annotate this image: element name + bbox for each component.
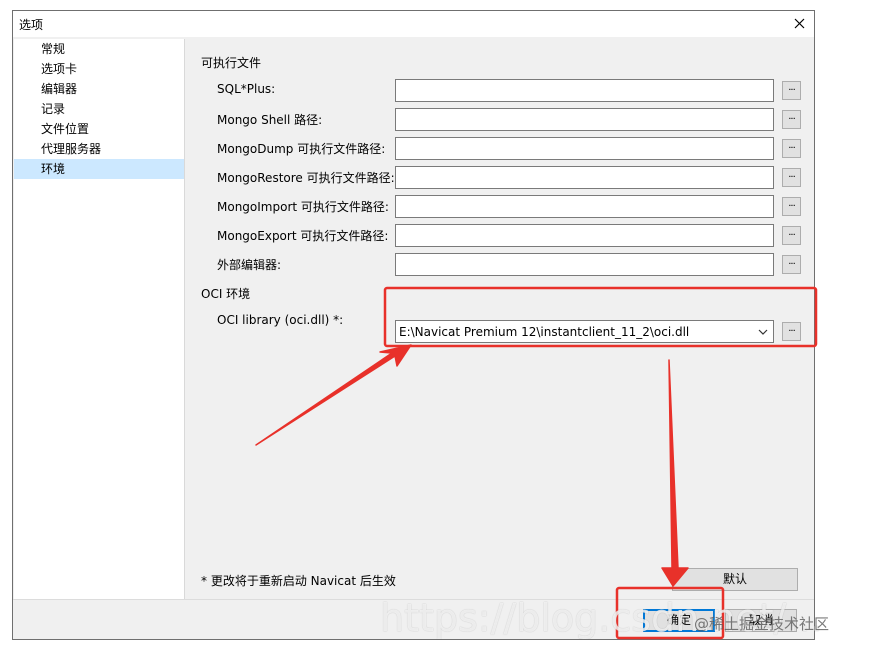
nav-item-tabs[interactable]: 选项卡 — [14, 59, 184, 79]
external-editor-browse-button[interactable]: ... — [782, 255, 801, 274]
dialog-footer: 确定 取消 — [13, 599, 814, 639]
mongoimport-browse-button[interactable]: ... — [782, 197, 801, 216]
oci-library-value: E:\Navicat Premium 12\instantclient_11_2… — [399, 325, 690, 339]
external-editor-path-input[interactable] — [395, 253, 774, 276]
mongoexport-label: MongoExport 可执行文件路径: — [217, 229, 389, 243]
executables-section-title: 可执行文件 — [201, 56, 262, 70]
mongodump-browse-button[interactable]: ... — [782, 139, 801, 158]
mongodump-path-input[interactable] — [395, 137, 774, 160]
restart-note: * 更改将于重新启动 Navicat 后生效 — [201, 574, 396, 588]
sqlplus-path-input[interactable] — [395, 79, 774, 102]
mongoimport-label: MongoImport 可执行文件路径: — [217, 200, 389, 214]
close-icon — [794, 18, 805, 29]
oci-browse-button[interactable]: ... — [782, 322, 801, 341]
mongorestore-path-input[interactable] — [395, 166, 774, 189]
sqlplus-label: SQL*Plus: — [217, 82, 276, 96]
oci-section-title: OCI 环境 — [201, 287, 251, 301]
mongo-shell-path-input[interactable] — [395, 108, 774, 131]
default-button[interactable]: 默认 — [672, 568, 798, 591]
external-editor-label: 外部编辑器: — [217, 258, 282, 272]
mongoexport-browse-button[interactable]: ... — [782, 226, 801, 245]
mongodump-label: MongoDump 可执行文件路径: — [217, 142, 386, 156]
nav-item-general[interactable]: 常规 — [14, 39, 184, 59]
mongorestore-label: MongoRestore 可执行文件路径: — [217, 171, 395, 185]
oci-library-select[interactable]: E:\Navicat Premium 12\instantclient_11_2… — [395, 320, 774, 343]
options-nav: 常规 选项卡 编辑器 记录 文件位置 代理服务器 环境 — [14, 39, 185, 599]
environment-panel: 可执行文件 SQL*Plus: ... Mongo Shell 路径: ... … — [185, 39, 813, 599]
mongoexport-path-input[interactable] — [395, 224, 774, 247]
oci-library-label: OCI library (oci.dll) *: — [217, 313, 344, 327]
ok-button[interactable]: 确定 — [643, 609, 715, 632]
options-dialog: 选项 常规 选项卡 编辑器 记录 文件位置 代理服务器 环境 可执行文件 SQL… — [12, 10, 815, 640]
window-title: 选项 — [19, 18, 44, 32]
nav-item-file-location[interactable]: 文件位置 — [14, 119, 184, 139]
cancel-button[interactable]: 取消 — [725, 609, 797, 632]
close-button[interactable] — [784, 11, 814, 37]
title-bar: 选项 — [13, 11, 814, 37]
nav-item-editor[interactable]: 编辑器 — [14, 79, 184, 99]
sqlplus-browse-button[interactable]: ... — [782, 81, 801, 100]
nav-item-proxy[interactable]: 代理服务器 — [14, 139, 184, 159]
mongoimport-path-input[interactable] — [395, 195, 774, 218]
nav-item-records[interactable]: 记录 — [14, 99, 184, 119]
mongo-shell-label: Mongo Shell 路径: — [217, 113, 323, 127]
nav-item-environment[interactable]: 环境 — [14, 159, 184, 179]
mongo-shell-browse-button[interactable]: ... — [782, 110, 801, 129]
mongorestore-browse-button[interactable]: ... — [782, 168, 801, 187]
chevron-down-icon — [758, 329, 768, 335]
